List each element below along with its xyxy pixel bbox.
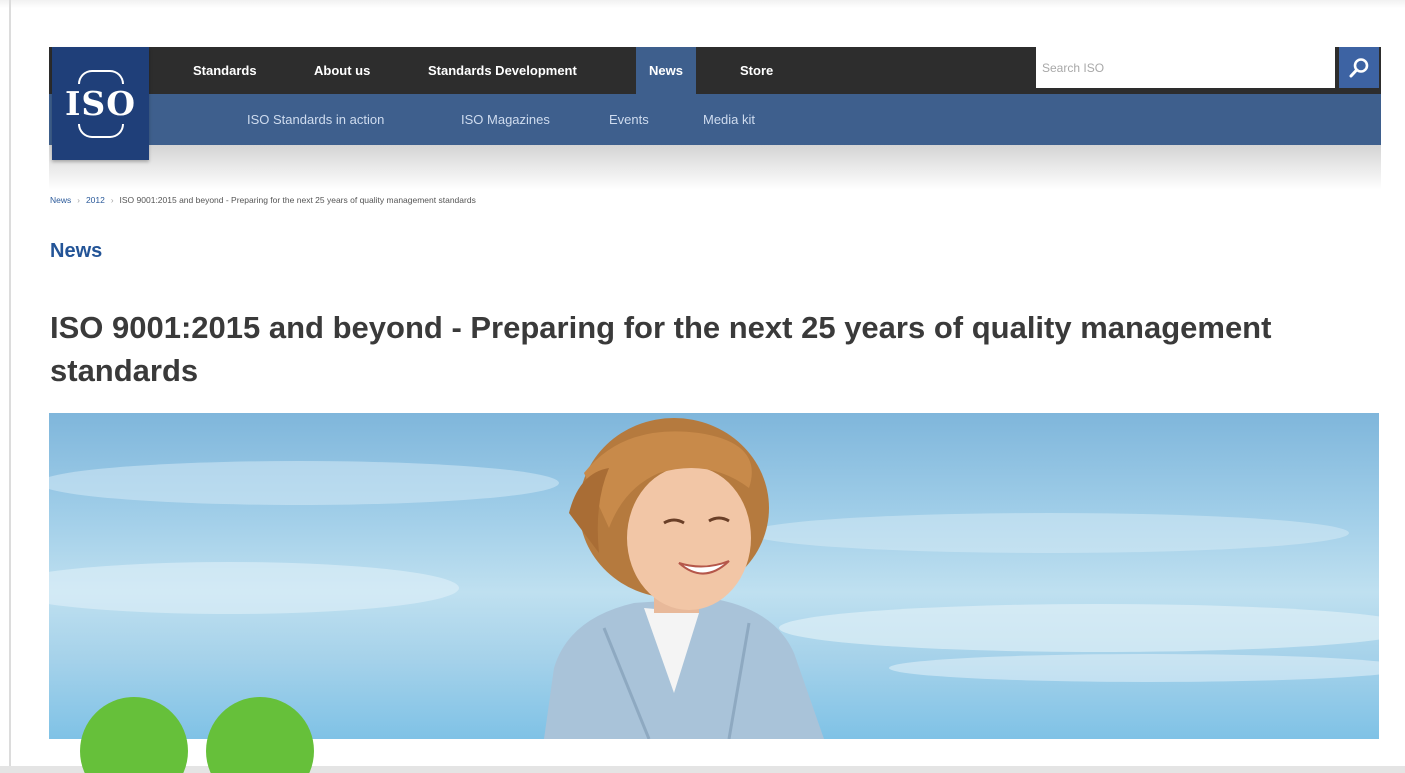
page: ISO Standards About us Standards Develop… <box>0 0 1405 773</box>
globe-icon-bottom <box>77 123 124 138</box>
breadcrumb-current: ISO 9001:2015 and beyond - Preparing for… <box>119 195 476 205</box>
iso-logo[interactable]: ISO <box>52 47 149 160</box>
subnav-item-magazines[interactable]: ISO Magazines <box>461 94 550 145</box>
subnav-item-events[interactable]: Events <box>609 94 649 145</box>
nav-item-standards-development[interactable]: Standards Development <box>428 47 577 94</box>
subnav-item-media-kit[interactable]: Media kit <box>703 94 755 145</box>
logo-text: ISO <box>64 83 136 123</box>
breadcrumb-separator: › <box>77 196 80 205</box>
nav-item-about-us[interactable]: About us <box>314 47 370 94</box>
frame-top-edge <box>0 0 1405 8</box>
breadcrumb-link-2012[interactable]: 2012 <box>86 195 105 205</box>
search-button[interactable] <box>1339 47 1379 88</box>
nav-item-news[interactable]: News <box>636 47 696 94</box>
page-title: ISO 9001:2015 and beyond - Preparing for… <box>50 310 1272 388</box>
hero-image <box>49 413 1379 739</box>
frame-left-edge <box>9 0 11 773</box>
header-shadow <box>49 145 1381 190</box>
section-label: News <box>50 240 103 262</box>
globe-icon-top <box>77 69 124 84</box>
breadcrumb-separator: › <box>110 196 114 205</box>
breadcrumb: News › 2012 › ISO 9001:2015 and beyond - Pre… <box>50 195 476 205</box>
subnav-item-standards-in-action[interactable]: ISO Standards in action <box>247 94 384 145</box>
search-input[interactable] <box>1036 47 1335 88</box>
nav-item-standards[interactable]: Standards <box>193 47 257 94</box>
hero-photo-illustration <box>49 418 1379 739</box>
nav-item-store[interactable]: Store <box>740 47 773 94</box>
search-icon <box>1349 57 1369 77</box>
breadcrumb-link-news[interactable]: News <box>50 195 71 205</box>
